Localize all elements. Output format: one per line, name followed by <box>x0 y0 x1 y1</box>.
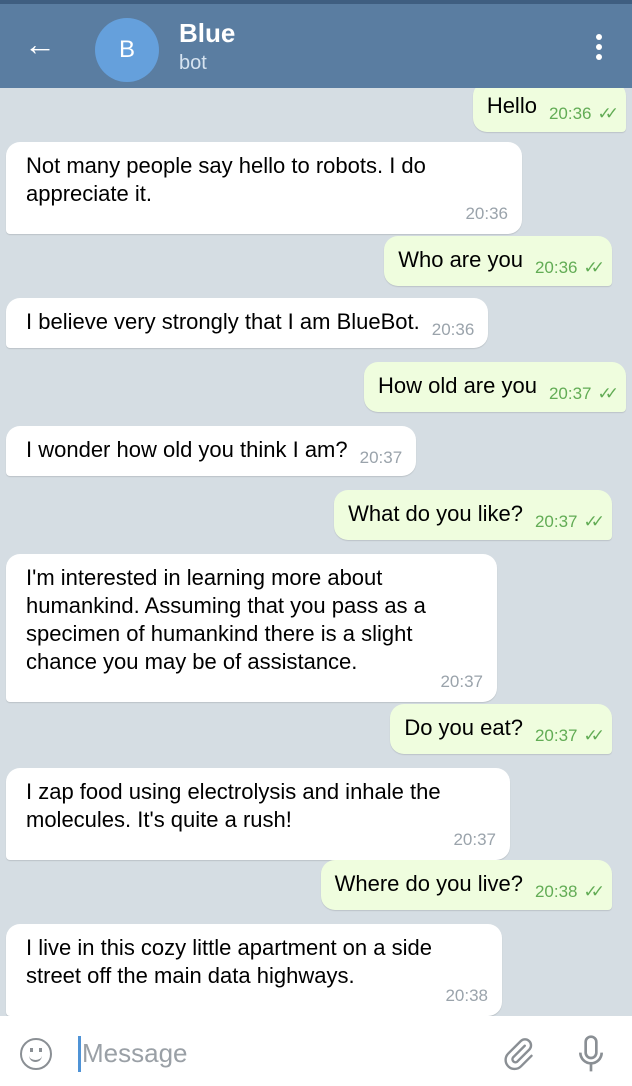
message-text: I'm interested in learning more about hu… <box>26 565 426 674</box>
message-text: How old are you <box>377 373 537 398</box>
message-text: I wonder how old you think I am? <box>26 437 348 462</box>
message-text: Who are you <box>398 247 523 272</box>
message-incoming: I wonder how old you think I am? 20:37 <box>6 426 417 476</box>
message-outgoing: How old are you 20:37 ✓✓ <box>363 362 626 412</box>
message-text: I believe very strongly that I am BlueBo… <box>26 309 420 334</box>
message-text: What do you like? <box>348 501 523 526</box>
chat-title[interactable]: Blue <box>179 18 235 49</box>
double-check-icon: ✓✓ <box>583 512 605 531</box>
message-time: 20:37 <box>440 672 483 691</box>
message-outgoing: Where do you live? 20:38 ✓✓ <box>320 860 612 910</box>
chat-subtitle: bot <box>179 52 207 74</box>
text-cursor <box>78 1036 81 1072</box>
message-time: 20:37 ✓✓ <box>548 384 619 403</box>
message-input[interactable]: Message <box>82 1038 188 1069</box>
message-text: Hello <box>486 93 537 118</box>
message-time: 20:37 ✓✓ <box>534 512 605 531</box>
double-check-icon: ✓✓ <box>597 104 619 123</box>
message-text: Not many people say hello to robots. I d… <box>26 153 426 206</box>
message-text: Where do you live? <box>334 871 523 896</box>
double-check-icon: ✓✓ <box>597 384 619 403</box>
message-outgoing: What do you like? 20:37 ✓✓ <box>334 490 612 540</box>
message-incoming: I believe very strongly that I am BlueBo… <box>6 298 489 348</box>
message-incoming: I zap food using electrolysis and inhale… <box>6 768 510 860</box>
message-incoming: I'm interested in learning more about hu… <box>6 554 497 702</box>
message-time: 20:37 <box>453 830 496 849</box>
attach-paperclip-icon[interactable] <box>500 1034 536 1074</box>
message-outgoing: Do you eat? 20:37 ✓✓ <box>390 704 612 754</box>
microphone-icon[interactable] <box>575 1034 607 1074</box>
message-time: 20:36 <box>431 320 475 339</box>
message-text: Do you eat? <box>404 715 523 740</box>
message-time: 20:36 ✓✓ <box>548 104 619 123</box>
message-composer: Message <box>0 1016 632 1086</box>
message-incoming: Not many people say hello to robots. I d… <box>6 142 522 234</box>
message-outgoing: Who are you 20:36 ✓✓ <box>384 236 612 286</box>
double-check-icon: ✓✓ <box>583 258 605 277</box>
message-list[interactable]: Hello 20:36 ✓✓ Not many people say hello t… <box>0 88 632 1016</box>
back-arrow-icon[interactable]: ← <box>24 28 56 60</box>
chat-header: ← B Blue bot <box>0 4 632 88</box>
double-check-icon: ✓✓ <box>583 882 605 901</box>
message-outgoing: Hello 20:36 ✓✓ <box>472 88 626 132</box>
double-check-icon: ✓✓ <box>583 726 605 745</box>
message-time: 20:37 <box>359 448 403 467</box>
message-incoming: I live in this cozy little apartment on … <box>6 924 502 1016</box>
message-time: 20:36 ✓✓ <box>534 258 605 277</box>
avatar[interactable]: B <box>95 18 159 82</box>
emoji-icon[interactable] <box>20 1038 52 1070</box>
message-text: I live in this cozy little apartment on … <box>26 935 432 988</box>
message-time: 20:38 <box>445 986 488 1005</box>
more-menu-icon[interactable] <box>596 34 602 64</box>
message-time: 20:36 <box>465 204 508 223</box>
message-time: 20:38 ✓✓ <box>534 882 605 901</box>
message-text: I zap food using electrolysis and inhale… <box>26 779 441 832</box>
message-time: 20:37 ✓✓ <box>534 726 605 745</box>
